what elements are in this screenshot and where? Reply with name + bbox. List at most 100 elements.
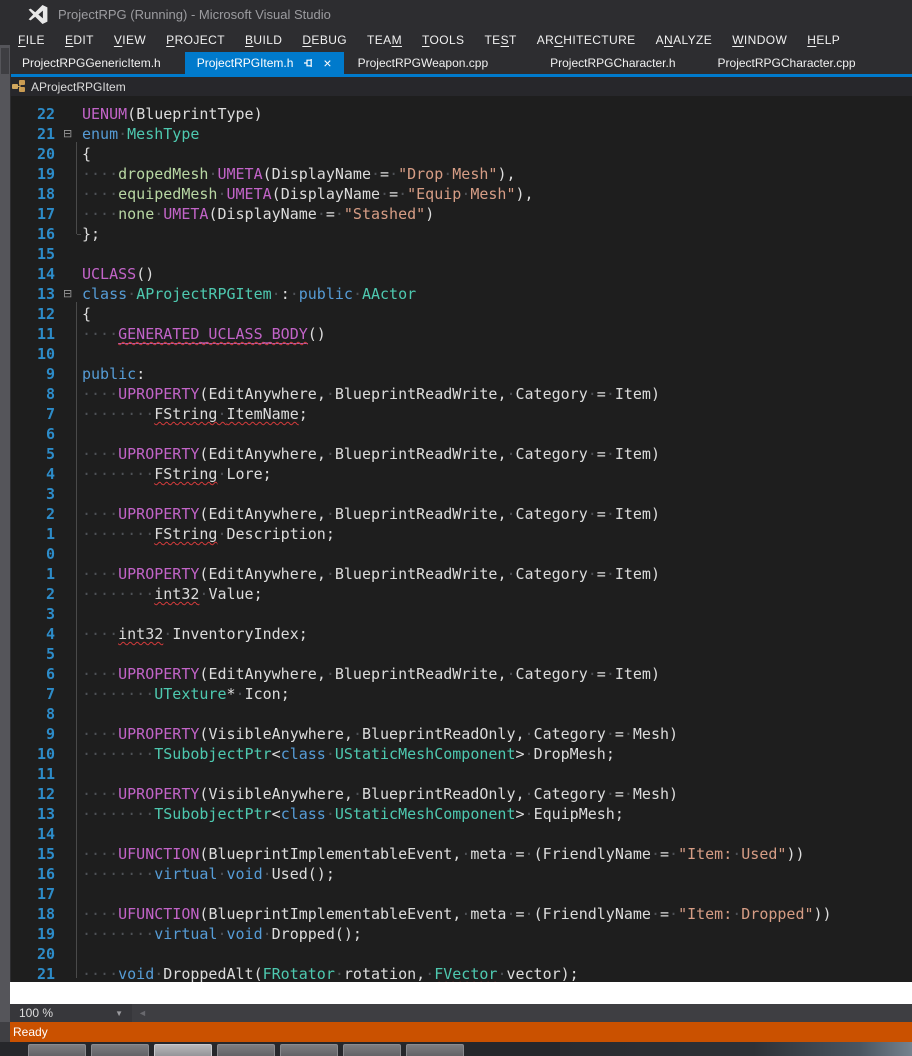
code-line[interactable]: 10 <box>0 344 912 364</box>
code-line[interactable]: 20{ <box>0 144 912 164</box>
menu-file[interactable]: FILE <box>8 28 55 52</box>
code-line[interactable]: 2····UPROPERTY(EditAnywhere,·BlueprintRe… <box>0 504 912 524</box>
menu-help[interactable]: HELP <box>797 28 850 52</box>
code-line[interactable]: 18····equipedMesh·UMETA(DisplayName·=·"E… <box>0 184 912 204</box>
menu-tools[interactable]: TOOLS <box>412 28 474 52</box>
code-line[interactable]: 8 <box>0 704 912 724</box>
collapse-icon[interactable]: ⊟ <box>63 284 82 304</box>
code-line[interactable]: 17 ····none·UMETA(DisplayName·=·"Stashed"… <box>0 204 912 224</box>
horizontal-scrollbar[interactable]: ◄ <box>132 1004 912 1022</box>
fold-margin <box>63 764 82 784</box>
code-text: ········TSubobjectPtr<class·UStaticMeshC… <box>82 744 912 764</box>
tab-projectrpgcharacter-h[interactable]: ProjectRPGCharacter.h <box>538 52 687 74</box>
code-line[interactable]: 3 <box>0 604 912 624</box>
code-text <box>82 944 912 964</box>
code-line[interactable]: 16········virtual·void·Used(); <box>0 864 912 884</box>
code-line[interactable]: 11 <box>0 764 912 784</box>
title-bar[interactable]: ProjectRPG (Running) - Microsoft Visual … <box>0 0 912 28</box>
code-line[interactable]: 5 <box>0 644 912 664</box>
code-editor[interactable]: 22UENUM(BlueprintType)21⊟enum·MeshType20… <box>0 96 912 982</box>
menu-test[interactable]: TEST <box>474 28 526 52</box>
code-text: ····GENERATED_UCLASS_BODY() <box>82 324 912 344</box>
code-text <box>82 484 912 504</box>
code-line[interactable]: 0 <box>0 544 912 564</box>
code-line[interactable]: 15 <box>0 244 912 264</box>
code-text: }; <box>82 224 912 244</box>
menu-view[interactable]: VIEW <box>104 28 156 52</box>
tab-label: ProjectRPGGenericItem.h <box>22 52 161 74</box>
zoom-level-dropdown[interactable]: 100 % ▼ <box>10 1006 132 1020</box>
code-line[interactable]: 9public: <box>0 364 912 384</box>
code-line[interactable]: 4····int32·InventoryIndex; <box>0 624 912 644</box>
window-chrome: ProjectRPG (Running) - Microsoft Visual … <box>0 0 912 77</box>
code-line[interactable]: 17 <box>0 884 912 904</box>
code-line[interactable]: 6 <box>0 424 912 444</box>
fold-margin <box>63 884 82 904</box>
code-line[interactable]: 15····UFUNCTION(BlueprintImplementableEv… <box>0 844 912 864</box>
code-line[interactable]: 12{ <box>0 304 912 324</box>
code-line[interactable]: 5····UPROPERTY(EditAnywhere,·BlueprintRe… <box>0 444 912 464</box>
code-text: ····none·UMETA(DisplayName·=·"Stashed") <box>82 204 912 224</box>
code-text <box>82 244 912 264</box>
taskbar-button[interactable] <box>406 1044 464 1056</box>
tab-projectrpggenericitem-h[interactable]: ProjectRPGGenericItem.h <box>10 52 173 74</box>
code-line[interactable]: 19····dropedMesh·UMETA(DisplayName·=·"Dr… <box>0 164 912 184</box>
menu-debug[interactable]: DEBUG <box>292 28 357 52</box>
code-line[interactable]: 20 <box>0 944 912 964</box>
code-line[interactable]: 11····GENERATED_UCLASS_BODY() <box>0 324 912 344</box>
line-number: 13 <box>12 804 63 824</box>
code-line[interactable]: 14UCLASS() <box>0 264 912 284</box>
code-line[interactable]: 1····UPROPERTY(EditAnywhere,·BlueprintRe… <box>0 564 912 584</box>
close-icon[interactable]: × <box>323 57 331 69</box>
menu-window[interactable]: WINDOW <box>722 28 797 52</box>
taskbar-button[interactable] <box>154 1044 212 1056</box>
code-text: ····int32·InventoryIndex; <box>82 624 912 644</box>
taskbar-button[interactable] <box>343 1044 401 1056</box>
code-line[interactable]: 6····UPROPERTY(EditAnywhere,·BlueprintRe… <box>0 664 912 684</box>
pin-icon[interactable] <box>303 57 315 69</box>
status-message: Ready <box>13 1022 48 1042</box>
menu-architecture[interactable]: ARCHITECTURE <box>527 28 646 52</box>
code-line[interactable]: 10········TSubobjectPtr<class·UStaticMes… <box>0 744 912 764</box>
code-line[interactable]: 13········TSubobjectPtr<class·UStaticMes… <box>0 804 912 824</box>
code-line[interactable]: 7········FString·ItemName; <box>0 404 912 424</box>
fold-margin <box>63 604 82 624</box>
menu-project[interactable]: PROJECT <box>156 28 235 52</box>
line-number: 17 <box>12 204 63 224</box>
code-line[interactable]: 22UENUM(BlueprintType) <box>0 104 912 124</box>
code-text <box>82 644 912 664</box>
code-line[interactable]: 2········int32·Value; <box>0 584 912 604</box>
code-line[interactable]: 18····UFUNCTION(BlueprintImplementableEv… <box>0 904 912 924</box>
taskbar-button[interactable] <box>28 1044 86 1056</box>
code-line[interactable]: 21····void·DroppedAlt(FRotator·rotation,… <box>0 964 912 982</box>
code-line[interactable]: 4········FString·Lore; <box>0 464 912 484</box>
taskbar-button[interactable] <box>217 1044 275 1056</box>
code-line[interactable]: 7········UTexture*·Icon; <box>0 684 912 704</box>
code-line[interactable]: 16}; <box>0 224 912 244</box>
code-line[interactable]: 3 <box>0 484 912 504</box>
taskbar-button[interactable] <box>280 1044 338 1056</box>
menu-analyze[interactable]: ANALYZE <box>646 28 723 52</box>
code-line[interactable]: 13⊟class·AProjectRPGItem·:·public·AActor <box>0 284 912 304</box>
menu-team[interactable]: TEAM <box>357 28 412 52</box>
breadcrumb-scope-label[interactable]: AProjectRPGItem <box>31 80 126 94</box>
code-text <box>82 764 912 784</box>
code-line[interactable]: 14 <box>0 824 912 844</box>
line-number: 14 <box>12 824 63 844</box>
collapse-icon[interactable]: ⊟ <box>63 124 82 144</box>
tab-projectrpgcharacter-cpp[interactable]: ProjectRPGCharacter.cpp <box>706 52 868 74</box>
line-number: 9 <box>12 724 63 744</box>
code-line[interactable]: 9····UPROPERTY(VisibleAnywhere,·Blueprin… <box>0 724 912 744</box>
code-line[interactable]: 1········FString·Description; <box>0 524 912 544</box>
scroll-left-arrow-icon[interactable]: ◄ <box>138 1008 147 1018</box>
navigation-bar[interactable]: AProjectRPGItem <box>0 77 912 96</box>
menu-edit[interactable]: EDIT <box>55 28 104 52</box>
tab-projectrpgweapon-cpp[interactable]: ProjectRPGWeapon.cpp <box>346 52 501 74</box>
code-line[interactable]: 8····UPROPERTY(EditAnywhere,·BlueprintRe… <box>0 384 912 404</box>
taskbar-button[interactable] <box>91 1044 149 1056</box>
tab-projectrpgitem-h[interactable]: ProjectRPGItem.h× <box>185 52 344 74</box>
code-line[interactable]: 21⊟enum·MeshType <box>0 124 912 144</box>
menu-build[interactable]: BUILD <box>235 28 292 52</box>
code-line[interactable]: 12····UPROPERTY(VisibleAnywhere,·Bluepri… <box>0 784 912 804</box>
code-line[interactable]: 19········virtual·void·Dropped(); <box>0 924 912 944</box>
